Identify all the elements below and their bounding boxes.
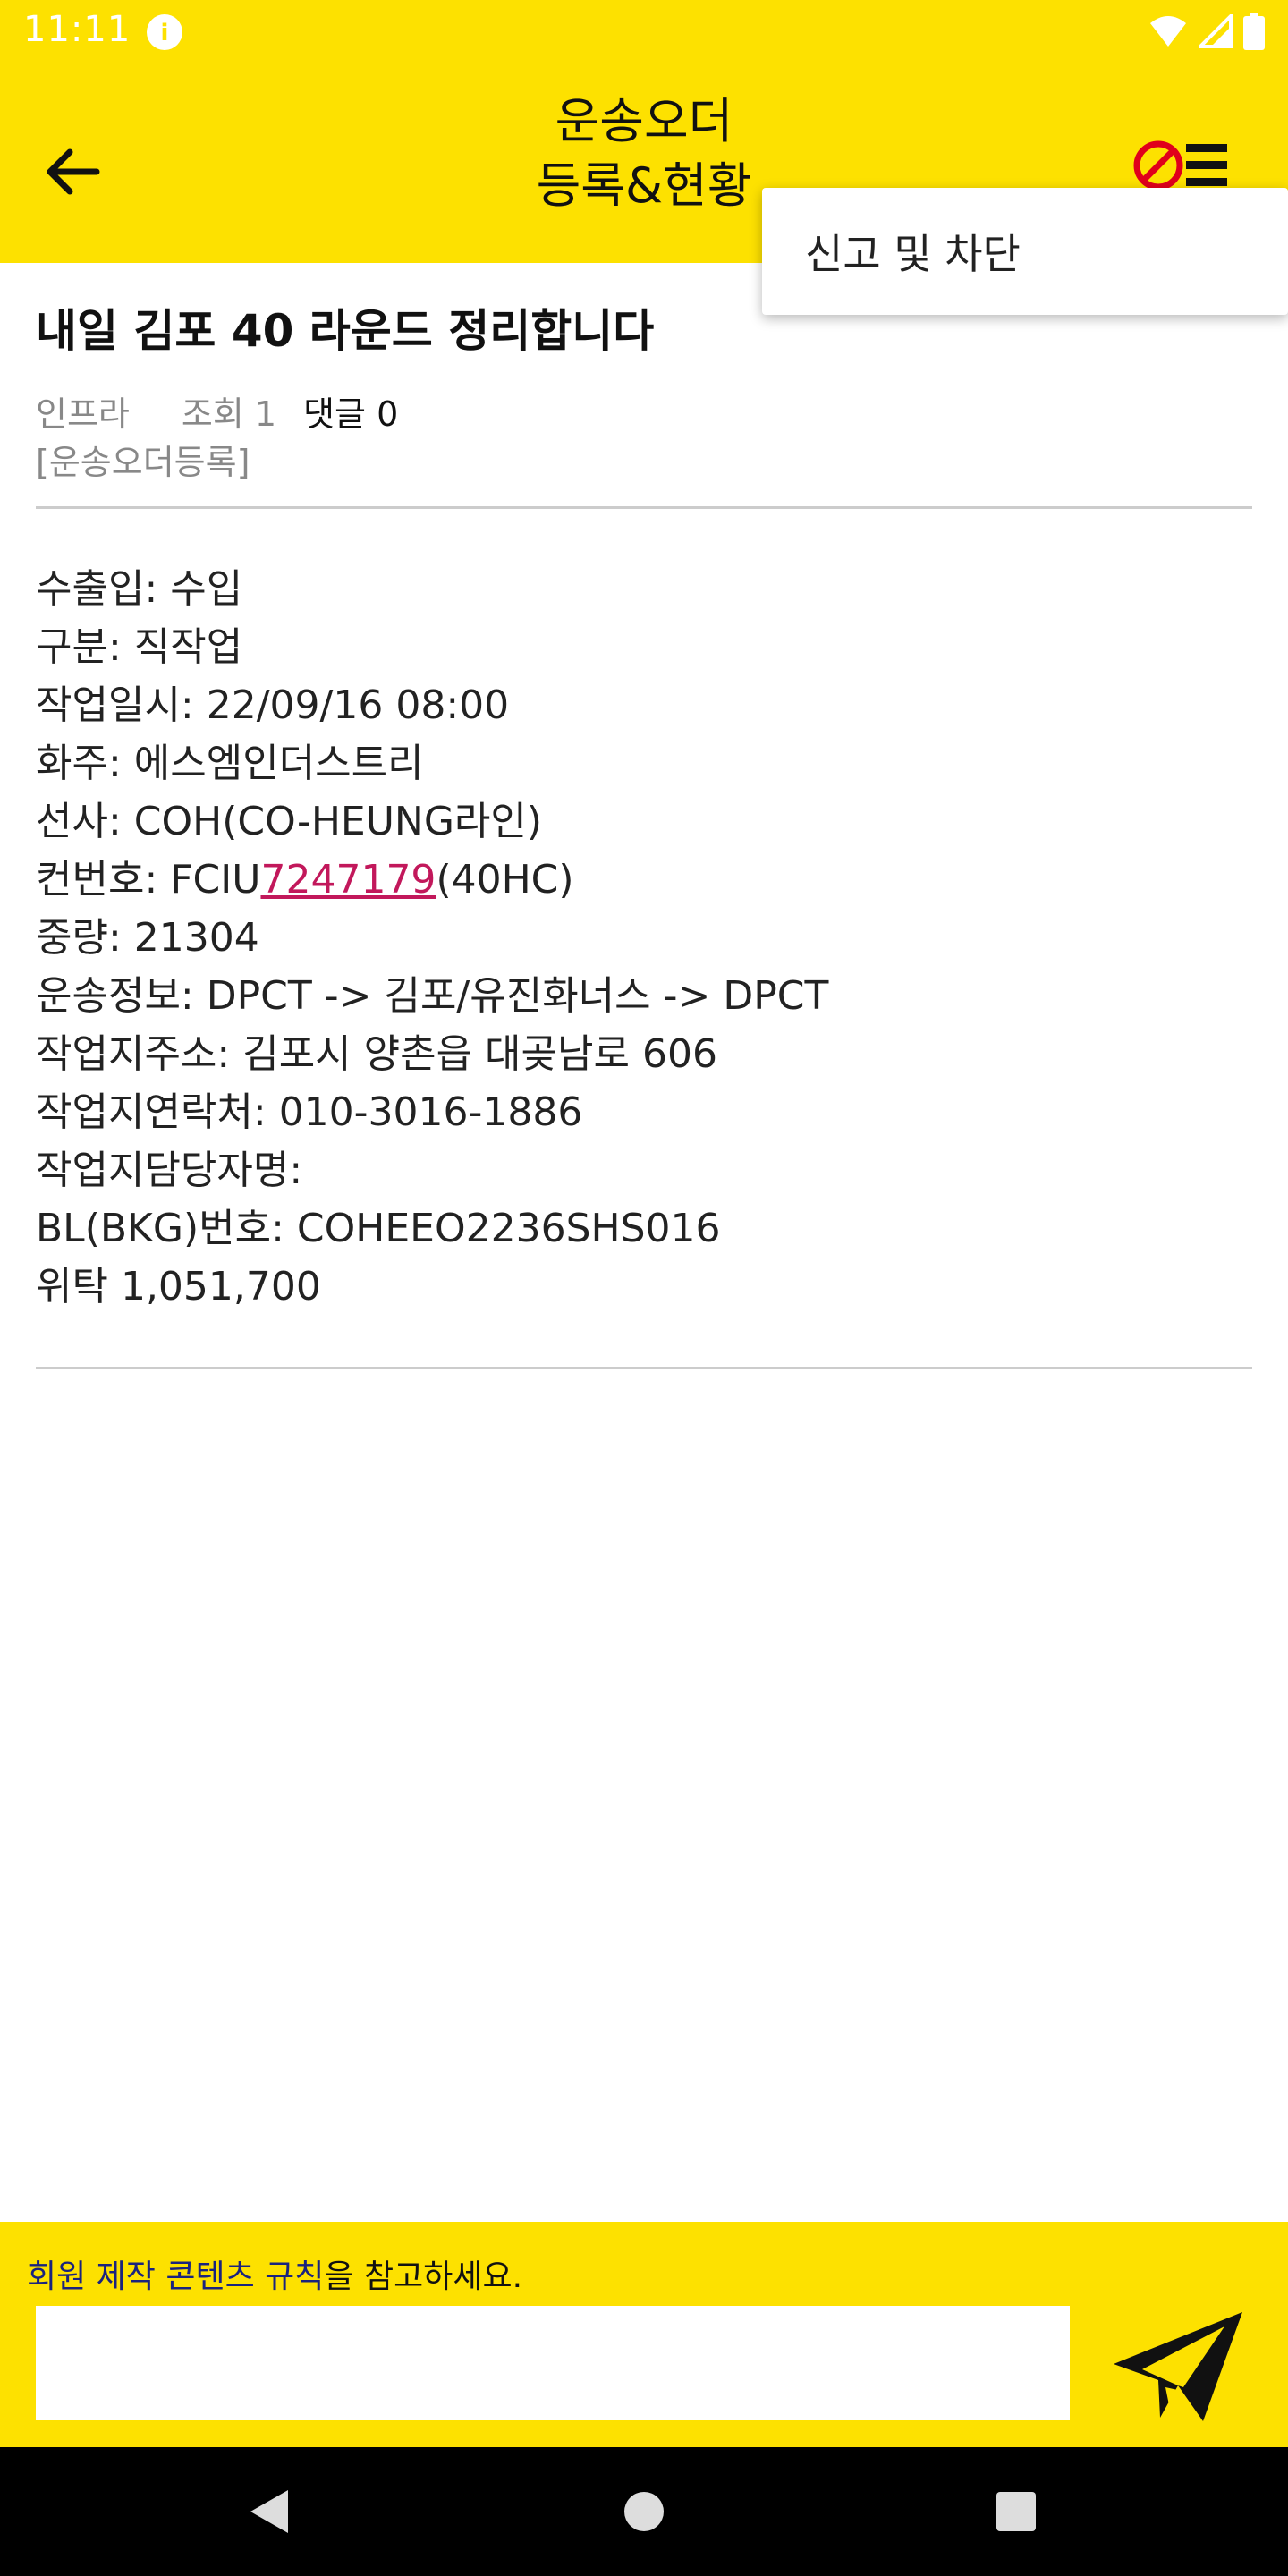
post-views: 조회 1 [181, 394, 277, 434]
body-line: BL(BKG)번호: COHEEO2236SHS016 [36, 1206, 721, 1251]
send-button[interactable] [1102, 2301, 1254, 2435]
post-body: 수출입: 수입 구분: 직작업 작업일시: 22/09/16 08:00 화주:… [36, 560, 1252, 1316]
body-line: 선사: COH(CO-HEUNG라인) [36, 799, 543, 844]
status-bar: 11:11 i [0, 0, 1288, 64]
body-line: 작업일시: 22/09/16 08:00 [36, 682, 510, 728]
post-meta: 인프라 조회 1 댓글 0 [36, 386, 398, 436]
post-category: [운송오더등록] [36, 443, 250, 482]
body-line: 수출입: 수입 [36, 566, 243, 612]
nav-recents-button[interactable] [984, 2479, 1048, 2544]
wifi-icon [1148, 14, 1188, 52]
divider-top [36, 506, 1252, 509]
body-line: 작업지담당자명: [36, 1148, 303, 1193]
body-line: 구분: 직작업 [36, 624, 243, 670]
body-line: 작업지주소: 김포시 양촌읍 대곶남로 606 [36, 1031, 717, 1077]
screen: 11:11 i 운송오더 등록&현황 내일 김포 40 라운드 정리합니다 인프… [0, 0, 1288, 2576]
status-time: 11:11 [23, 9, 131, 50]
container-number-line: 컨번호: FCIU7247179(40HC) [36, 851, 1252, 909]
divider-bottom [36, 1367, 1252, 1369]
body-line: 운송정보: DPCT -> 김포/유진화너스 -> DPCT [36, 973, 829, 1019]
menu-item-report-block[interactable]: 신고 및 차단 [805, 222, 1021, 281]
signal-icon [1196, 12, 1233, 52]
page-title-line1: 운송오더 [555, 93, 733, 149]
battery-icon [1243, 13, 1265, 54]
body-line: 화주: 에스엠인더스트리 [36, 741, 424, 786]
app-notification-icon: i [145, 13, 184, 52]
nav-back-button[interactable] [236, 2479, 301, 2544]
nav-home-button[interactable] [612, 2479, 676, 2544]
post-author: 인프라 [36, 394, 130, 434]
content-rules-suffix: 을 참고하세요. [324, 2258, 523, 2295]
system-nav-bar [0, 2447, 1288, 2576]
back-button[interactable] [34, 134, 109, 209]
post-title: 내일 김포 40 라운드 정리합니다 [36, 305, 655, 357]
status-icons [1148, 12, 1265, 54]
nav-back-icon [250, 2490, 288, 2533]
header-actions [1132, 140, 1229, 195]
nav-recents-icon [996, 2492, 1036, 2531]
arrow-left-icon [47, 148, 100, 195]
container-suffix: (40HC) [436, 857, 574, 902]
container-number-link[interactable]: 7247179 [260, 857, 436, 902]
container-prefix: 컨번호: FCIU [36, 857, 261, 902]
post-comment-count: 댓글 0 [303, 394, 399, 434]
content-rules-note: 회원 제작 콘텐츠 규칙을 참고하세요. [27, 2250, 522, 2297]
svg-text:i: i [161, 20, 169, 47]
comment-bar: 회원 제작 콘텐츠 규칙을 참고하세요. [0, 2222, 1288, 2447]
nav-home-icon [624, 2492, 664, 2531]
body-line: 중량: 21304 [36, 915, 259, 961]
body-line: 위탁 1,051,700 [36, 1264, 321, 1309]
block-icon[interactable] [1132, 140, 1184, 195]
menu-icon[interactable] [1184, 140, 1229, 194]
content-rules-link[interactable]: 회원 제작 콘텐츠 규칙 [27, 2258, 324, 2295]
comment-input[interactable] [36, 2306, 1070, 2420]
send-icon [1114, 2312, 1242, 2421]
body-line: 작업지연락처: 010-3016-1886 [36, 1089, 583, 1135]
overflow-menu-popup: 신고 및 차단 [762, 188, 1288, 315]
